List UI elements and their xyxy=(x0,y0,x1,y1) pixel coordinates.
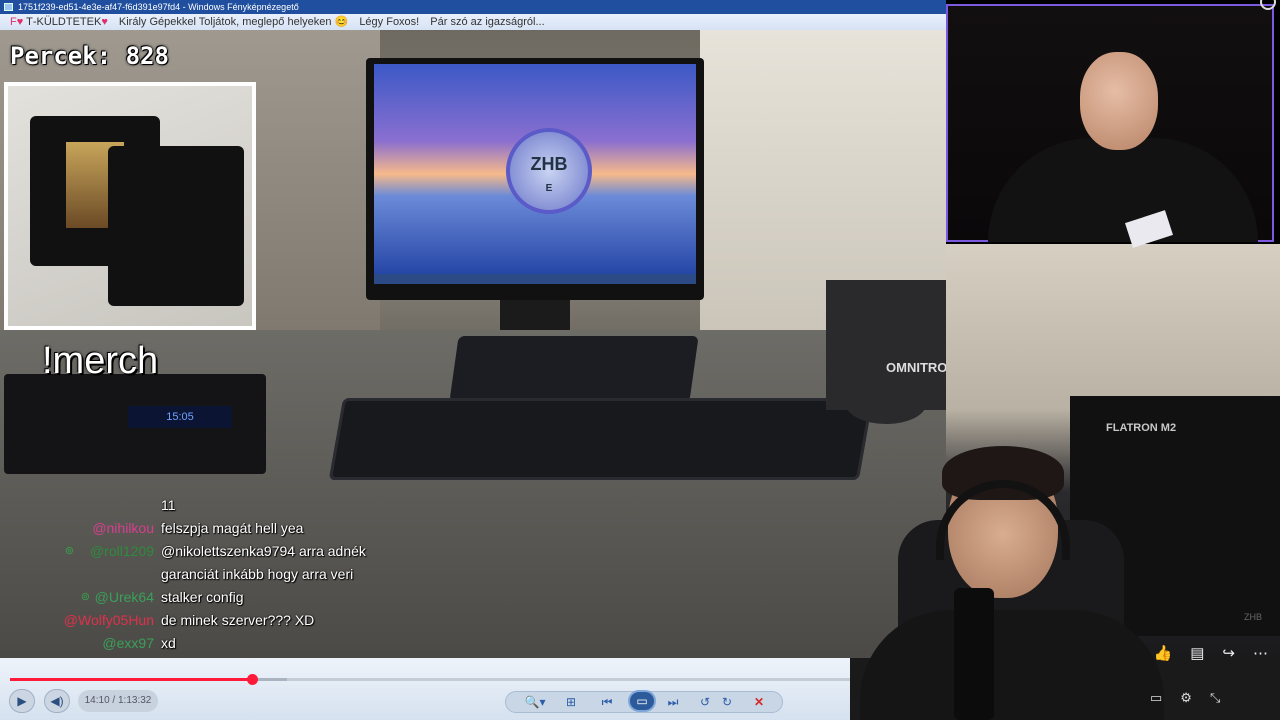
player-right-controls: ▭ ⚙ ⤡ xyxy=(1150,690,1220,706)
mini-pc: 15:05 xyxy=(4,374,266,474)
photo-viewer-icon xyxy=(4,3,13,11)
zoom-icon[interactable]: 🔍▾ xyxy=(524,693,546,711)
keyboard xyxy=(328,398,874,480)
guest-body xyxy=(988,138,1258,242)
chat-text: de minek szerver??? XD xyxy=(161,612,315,628)
ticker-bar: F♥ T‑KÜLDTETEK♥ Király Gépekkel Toljátok… xyxy=(0,14,946,30)
webcam-guest-frame xyxy=(946,4,1274,248)
chat-username[interactable]: @Urek64 xyxy=(95,586,154,609)
viewer-title: 1751f239-ed51-4e3e-af47-f6d391e97fd4 - W… xyxy=(18,2,299,12)
next-icon[interactable]: ⏭ xyxy=(662,693,684,711)
minutes-counter: Percek: 828 xyxy=(10,42,169,70)
channel-watermark: ZHB xyxy=(1244,612,1262,622)
speaker-brand: FLATRON M2 xyxy=(1106,422,1177,434)
monitor-emblem-text: ZHB E xyxy=(530,154,568,194)
merch-image xyxy=(4,82,256,330)
ticker-item-4: Pár szó az igazságról... xyxy=(430,16,545,28)
desk-monitor: ZHB E xyxy=(366,58,704,300)
merch-command: !merch xyxy=(42,340,159,382)
tshirt-back xyxy=(108,146,244,306)
ticker-prefix: F♥ xyxy=(10,16,24,28)
chat-text: 11 xyxy=(161,497,176,513)
player-controls: ▶ ◀) 14:10 / 1:13:32 🔍▾ ⊞ ⏮ ▭ ⏭ ↺ ↻ ✕ xyxy=(0,658,850,720)
minutes-label: Percek: xyxy=(10,42,112,70)
minutes-value: 828 xyxy=(125,42,169,70)
webcam-guest xyxy=(946,0,1280,248)
monitor-emblem: ZHB E xyxy=(506,128,592,214)
chat-text: @nikolettszenka9794 arra adnék xyxy=(161,543,366,559)
fullscreen-icon[interactable]: ⤡ xyxy=(1210,690,1220,706)
video-actions: 👍 ▤ ↪ ⋯ xyxy=(1154,644,1268,662)
merch-photo xyxy=(8,86,252,326)
chat-username[interactable]: @roll1209 xyxy=(90,540,154,563)
delete-icon[interactable]: ✕ xyxy=(748,693,770,711)
mixer-brand: OMNITRONIC xyxy=(886,360,946,375)
rotate-left-icon[interactable]: ↺ xyxy=(694,693,716,711)
chat-username[interactable]: @Wolfy05Hun xyxy=(64,609,154,632)
audio-mixer: OMNITRONIC xyxy=(826,280,946,410)
chat-overlay: 11 @nihilkou felszpja magát hell yea ⊚ @roll… xyxy=(0,494,600,655)
monitor-taskbar xyxy=(374,274,696,284)
heart-icon: ♥ xyxy=(101,16,108,28)
chat-message: @nihilkou felszpja magát hell yea xyxy=(0,517,600,540)
progress-knob[interactable] xyxy=(246,674,258,685)
volume-button[interactable]: ◀) xyxy=(44,689,70,713)
chat-text: xd xyxy=(161,635,176,651)
chat-text: felszpja magát hell yea xyxy=(161,520,304,536)
chat-message: @exx97 xd xyxy=(0,632,600,655)
chat-badge-icon: ⊚ xyxy=(64,545,74,557)
viewer-nav-bar: 🔍▾ ⊞ ⏮ ▭ ⏭ ↺ ↻ ✕ xyxy=(505,690,783,713)
captions-icon[interactable]: ▭ xyxy=(1150,690,1162,706)
chat-message: garanciát inkább hogy arra veri xyxy=(0,563,600,586)
ticker-item-2: Király Gépekkel Toljátok, meglepő helyek… xyxy=(118,16,349,28)
previous-icon[interactable]: ⏮ xyxy=(596,693,618,711)
rotate-right-icon[interactable]: ↻ xyxy=(716,693,738,711)
play-button[interactable]: ▶ xyxy=(9,689,35,713)
more-icon[interactable]: ⋯ xyxy=(1253,644,1268,662)
chat-message: ⊚ @Urek64 stalker config xyxy=(0,586,600,609)
pc-clock: 15:05 xyxy=(128,406,232,428)
settings-icon[interactable]: ⚙ xyxy=(1180,690,1192,706)
router-box xyxy=(449,336,699,402)
chat-text: garanciát inkább hogy arra veri xyxy=(161,566,354,582)
host-microphone xyxy=(954,588,994,720)
progress-bar[interactable] xyxy=(10,674,850,685)
like-icon[interactable]: 👍 xyxy=(1154,644,1173,662)
chat-text: stalker config xyxy=(161,589,244,605)
guest-head xyxy=(1080,52,1158,150)
chat-username[interactable]: @nihilkou xyxy=(92,517,154,540)
host-shirt xyxy=(860,610,1164,720)
slideshow-button[interactable]: ▭ xyxy=(628,690,656,712)
chat-message: ⊚ @roll1209 @nikolettszenka9794 arra adnék xyxy=(0,540,600,563)
viewer-title-bar: 1751f239-ed51-4e3e-af47-f6d391e97fd4 - W… xyxy=(0,0,946,14)
ticker-item-3: Légy Foxos! xyxy=(359,16,420,28)
webcam-host xyxy=(850,440,1164,720)
fit-window-icon[interactable]: ⊞ xyxy=(560,693,582,711)
chat-badge-icon: ⊚ xyxy=(80,591,90,603)
share-icon[interactable]: ↪ xyxy=(1222,644,1235,662)
chat-username[interactable]: @exx97 xyxy=(102,632,154,655)
comment-icon[interactable]: ▤ xyxy=(1190,644,1204,662)
progress-fill xyxy=(10,678,252,681)
ticker-item-1: T‑KÜLDTETEK xyxy=(26,16,102,28)
time-display: 14:10 / 1:13:32 xyxy=(78,690,158,712)
chat-message: 11 xyxy=(0,494,600,517)
chat-message: @Wolfy05Hun de minek szerver??? XD xyxy=(0,609,600,632)
